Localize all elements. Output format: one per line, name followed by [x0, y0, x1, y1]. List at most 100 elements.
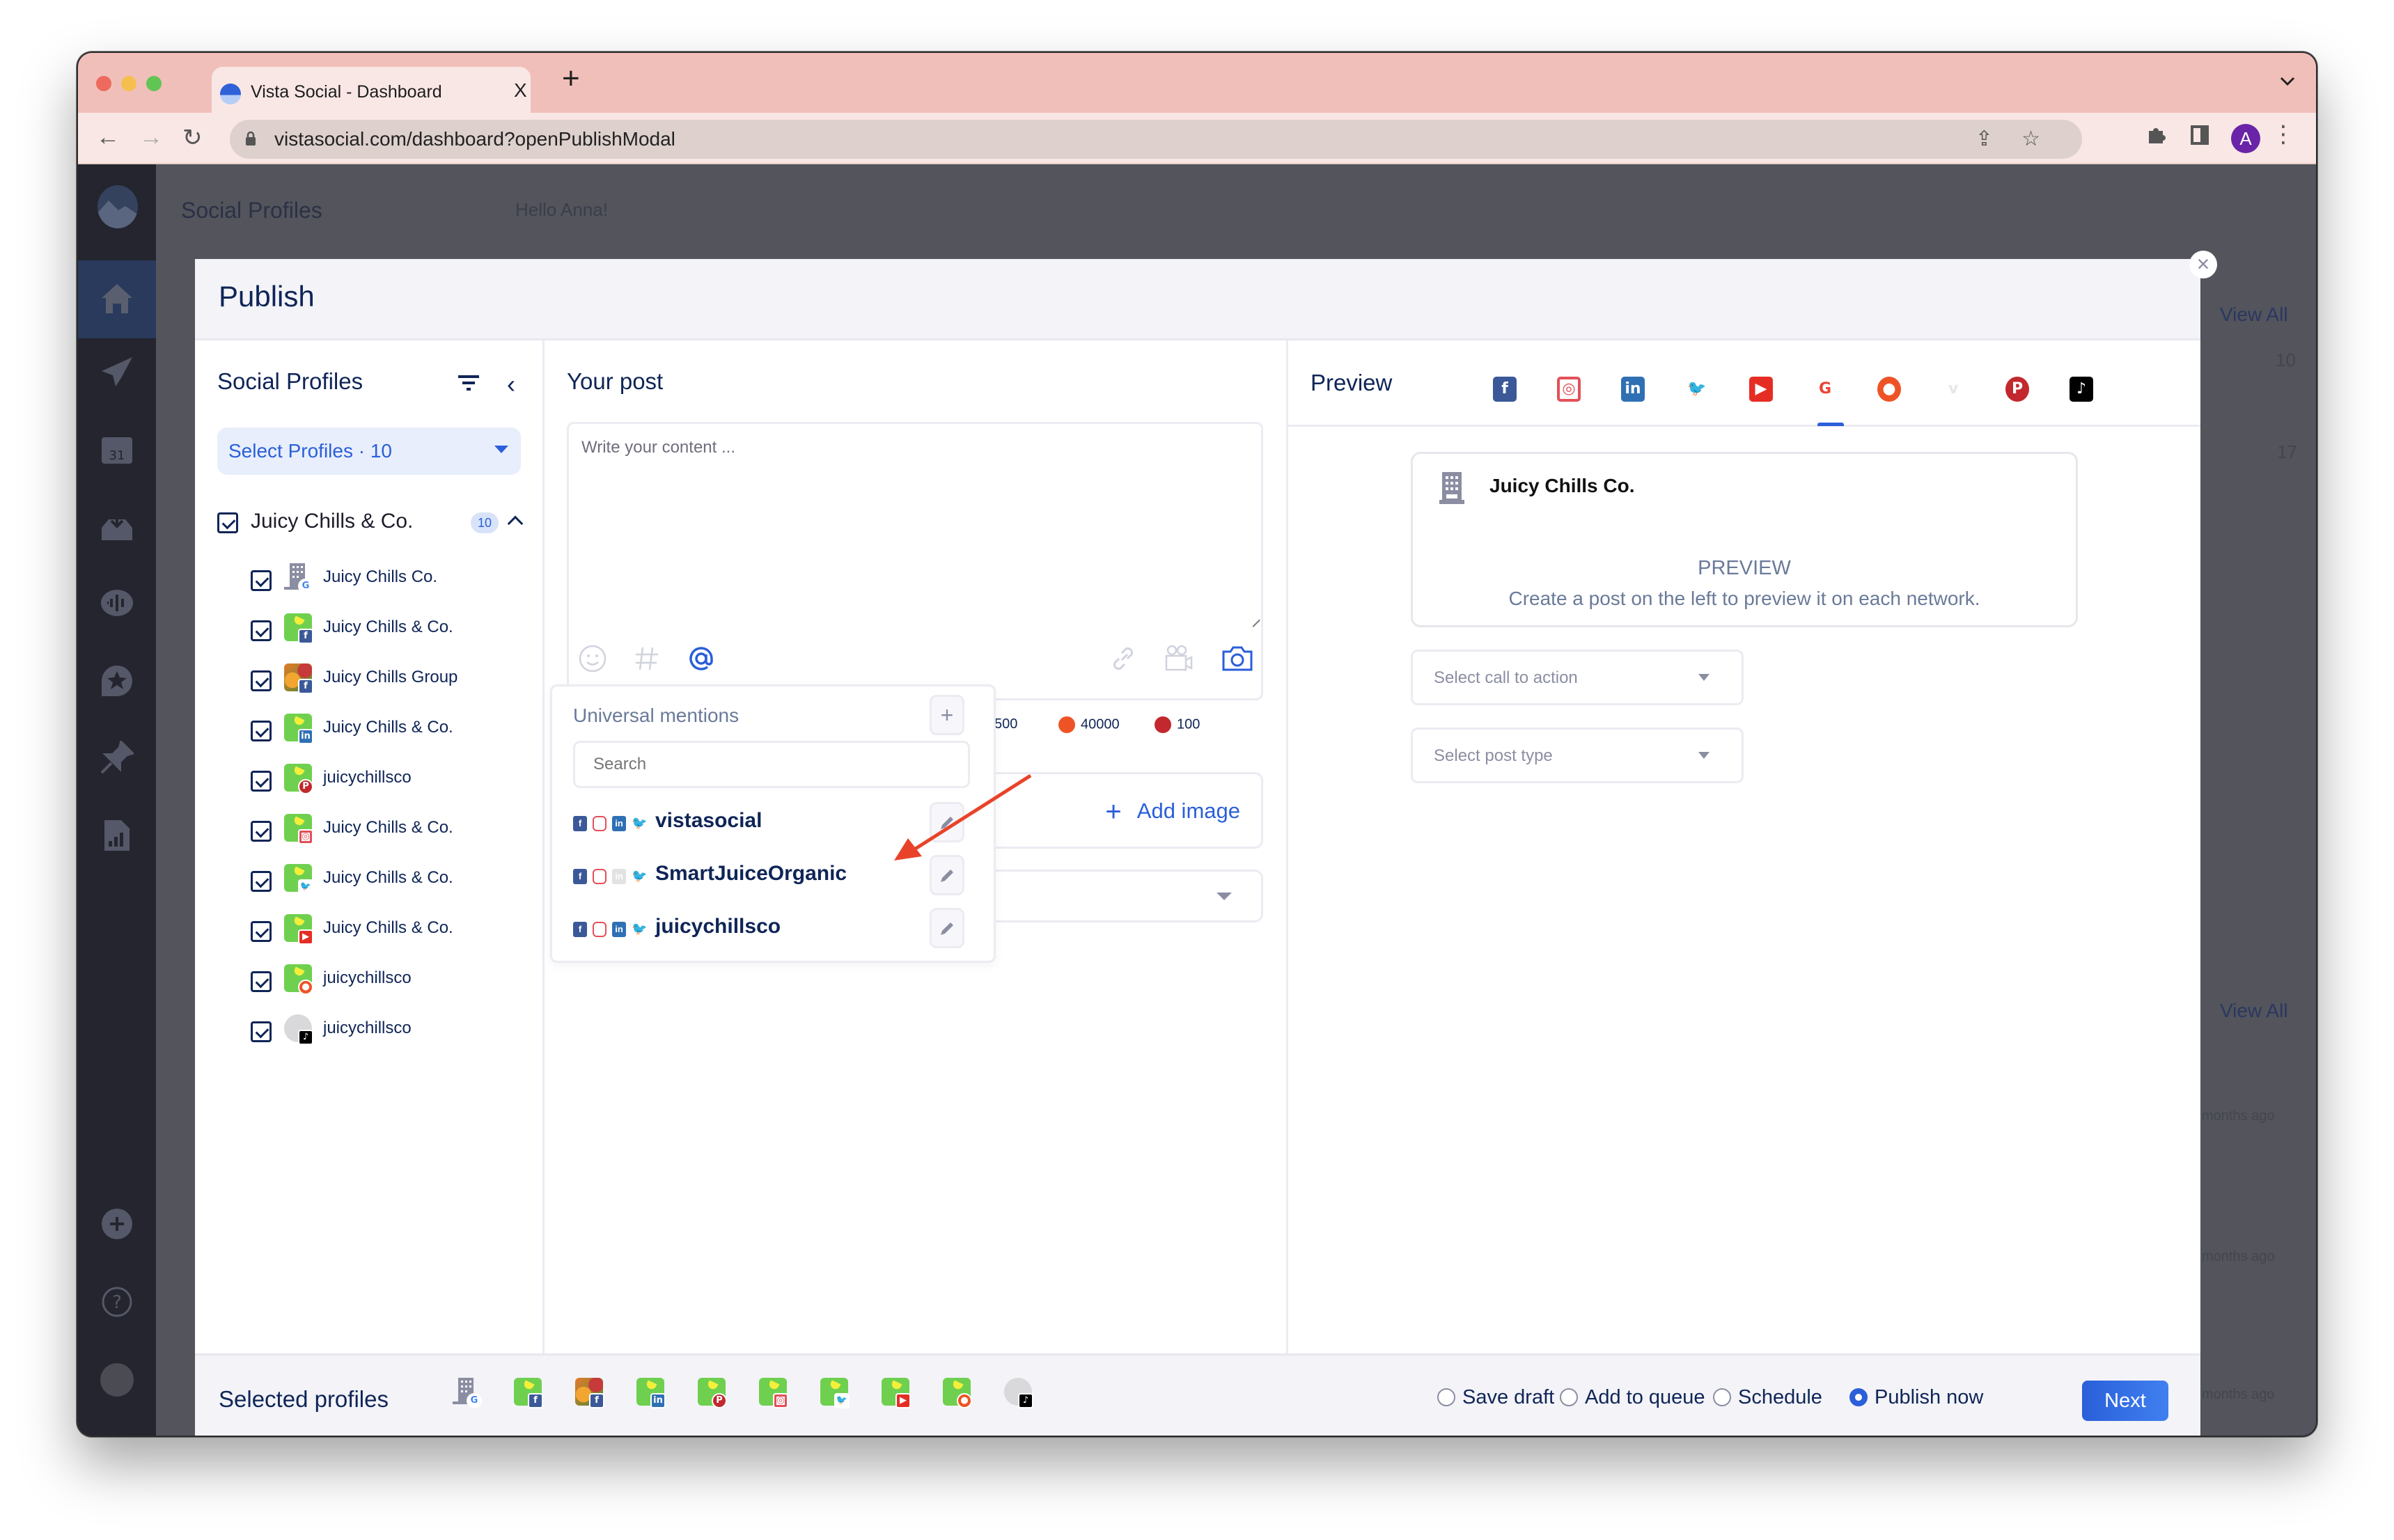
emoji-icon[interactable]: [579, 645, 607, 677]
bookmark-star-icon[interactable]: ☆: [2021, 127, 2040, 151]
radio-button[interactable]: [1437, 1388, 1455, 1406]
profile-row[interactable]: 🐦 Juicy Chills & Co.: [251, 864, 529, 899]
preview-tab-twitter[interactable]: 🐦: [1685, 377, 1709, 402]
option-schedule[interactable]: Schedule: [1713, 1386, 1822, 1409]
profile-avatar[interactable]: A: [2231, 124, 2260, 153]
close-window-button[interactable]: [96, 76, 111, 91]
add-mention-button[interactable]: +: [930, 695, 964, 735]
sidebar-item-listening[interactable]: [100, 586, 134, 620]
mention-icon[interactable]: [687, 645, 715, 677]
post-content-textarea[interactable]: Write your content ...: [567, 422, 1263, 631]
browser-tab[interactable]: Vista Social - Dashboard X: [212, 67, 531, 113]
preview-tab-vimeo[interactable]: v: [1941, 377, 1965, 402]
profile-row[interactable]: in Juicy Chills & Co.: [251, 714, 529, 748]
mention-item[interactable]: f in 🐦 SmartJuiceOrganic: [573, 855, 977, 895]
mention-item[interactable]: f in 🐦 juicychillsco: [573, 908, 977, 948]
option-publish-now[interactable]: Publish now: [1849, 1386, 1983, 1409]
profile-row[interactable]: ♪ juicychillsco: [251, 1014, 529, 1049]
maximize-window-button[interactable]: [146, 76, 162, 91]
sidebar-item-publish[interactable]: [100, 356, 134, 389]
user-avatar[interactable]: [100, 1363, 134, 1397]
profile-row[interactable]: ◎ Juicy Chills & Co.: [251, 814, 529, 849]
profile-checkbox[interactable]: [251, 670, 272, 691]
radio-button[interactable]: [1849, 1388, 1868, 1406]
profile-checkbox[interactable]: [251, 921, 272, 942]
sidebar-item-calendar[interactable]: 31: [100, 432, 134, 465]
preview-tab-tiktok[interactable]: ♪: [2070, 377, 2093, 402]
reload-icon[interactable]: ↻: [182, 124, 203, 152]
group-checkbox[interactable]: [217, 512, 238, 533]
tab-search-chevron-icon[interactable]: [2280, 70, 2295, 91]
profile-checkbox[interactable]: [251, 971, 272, 992]
collapse-panel-chevron-icon[interactable]: ‹: [507, 370, 515, 399]
sidebar-item-reviews[interactable]: [100, 664, 134, 698]
forward-arrow-icon[interactable]: →: [139, 124, 163, 151]
add-image-button[interactable]: + Add image: [1105, 796, 1240, 828]
url-field[interactable]: vistasocial.com/dashboard?openPublishMod…: [230, 120, 2082, 159]
camera-icon[interactable]: [1222, 645, 1253, 677]
profile-checkbox[interactable]: [251, 721, 272, 741]
profile-row[interactable]: G Juicy Chills Co.: [251, 563, 529, 598]
building-icon: [1439, 472, 1464, 504]
preview-tab-linkedin[interactable]: in: [1621, 377, 1645, 402]
share-icon[interactable]: ⇪: [1976, 127, 1993, 151]
vimeo-icon: v: [1948, 380, 1959, 398]
new-tab-button[interactable]: +: [562, 61, 580, 96]
linkedin-icon: in: [612, 922, 626, 937]
preview-tab-reddit[interactable]: ●: [1877, 377, 1901, 402]
preview-tab-google[interactable]: G: [1813, 377, 1837, 402]
extensions-puzzle-icon[interactable]: [2146, 124, 2167, 150]
browser-menu-icon[interactable]: ⋮: [2271, 123, 2295, 146]
radio-button[interactable]: [1560, 1388, 1578, 1406]
preview-tab-youtube[interactable]: ▶: [1749, 377, 1773, 402]
profile-row[interactable]: ▶ Juicy Chills & Co.: [251, 914, 529, 949]
video-icon[interactable]: [1165, 645, 1193, 677]
post-type-select[interactable]: Select post type: [1411, 728, 1744, 783]
profile-row[interactable]: Pjuicychillsco: [251, 764, 529, 799]
option-save-draft[interactable]: Save draft: [1437, 1386, 1554, 1409]
selected-profile-avatar: ♪: [1004, 1378, 1033, 1410]
filter-icon[interactable]: [458, 375, 479, 391]
vista-social-logo[interactable]: [97, 185, 138, 228]
next-button[interactable]: Next: [2082, 1381, 2168, 1421]
call-to-action-select[interactable]: Select call to action: [1411, 650, 1744, 705]
modal-close-button[interactable]: ×: [2189, 251, 2217, 278]
radio-button[interactable]: [1713, 1388, 1731, 1406]
minimize-window-button[interactable]: [121, 76, 136, 91]
preview-panel: Preview f ◎ in 🐦 ▶ G ● v P ♪ Juicy Chills Co. PRE…: [1288, 340, 2200, 1353]
preview-tab-facebook[interactable]: f: [1493, 377, 1517, 402]
link-icon[interactable]: [1109, 645, 1137, 677]
profile-checkbox[interactable]: [251, 620, 272, 641]
sidebar-add-icon[interactable]: [100, 1209, 134, 1242]
profile-row[interactable]: f Juicy Chills & Co.: [251, 613, 529, 648]
preview-tab-pinterest[interactable]: P: [2005, 377, 2029, 402]
profile-group-row[interactable]: Juicy Chills & Co. 10: [217, 510, 524, 537]
edit-mention-button[interactable]: [930, 855, 964, 895]
profile-checkbox[interactable]: [251, 871, 272, 892]
pinterest-icon: P: [2011, 380, 2024, 398]
side-panel-icon[interactable]: [2191, 125, 2209, 150]
twitter-icon: 🐦: [632, 816, 648, 830]
hashtag-icon[interactable]: [633, 645, 661, 677]
profile-checkbox[interactable]: [251, 1021, 272, 1042]
sidebar-help-icon[interactable]: ?: [100, 1287, 134, 1320]
select-profiles-dropdown[interactable]: Select Profiles · 10: [217, 427, 521, 475]
tab-close-icon[interactable]: X: [514, 79, 527, 102]
sidebar-item-pinned[interactable]: [100, 739, 135, 774]
profile-row[interactable]: ● juicychillsco: [251, 964, 529, 999]
sidebar-item-inbox[interactable]: [100, 510, 134, 543]
pinterest-icon: P: [712, 1393, 727, 1408]
sidebar-item-reports[interactable]: [100, 819, 134, 852]
google-icon: G: [1818, 380, 1832, 398]
sidebar-item-home[interactable]: [78, 260, 156, 338]
edit-mention-button[interactable]: [930, 908, 964, 948]
resize-handle[interactable]: [1246, 613, 1260, 627]
back-arrow-icon[interactable]: ←: [96, 124, 120, 151]
profile-checkbox[interactable]: [251, 821, 272, 842]
chevron-up-icon[interactable]: [507, 515, 524, 532]
profile-checkbox[interactable]: [251, 570, 272, 591]
profile-row[interactable]: f Juicy Chills Group: [251, 663, 529, 698]
preview-tab-instagram[interactable]: ◎: [1557, 377, 1581, 402]
option-add-to-queue[interactable]: Add to queue: [1560, 1386, 1705, 1409]
profile-checkbox[interactable]: [251, 771, 272, 792]
